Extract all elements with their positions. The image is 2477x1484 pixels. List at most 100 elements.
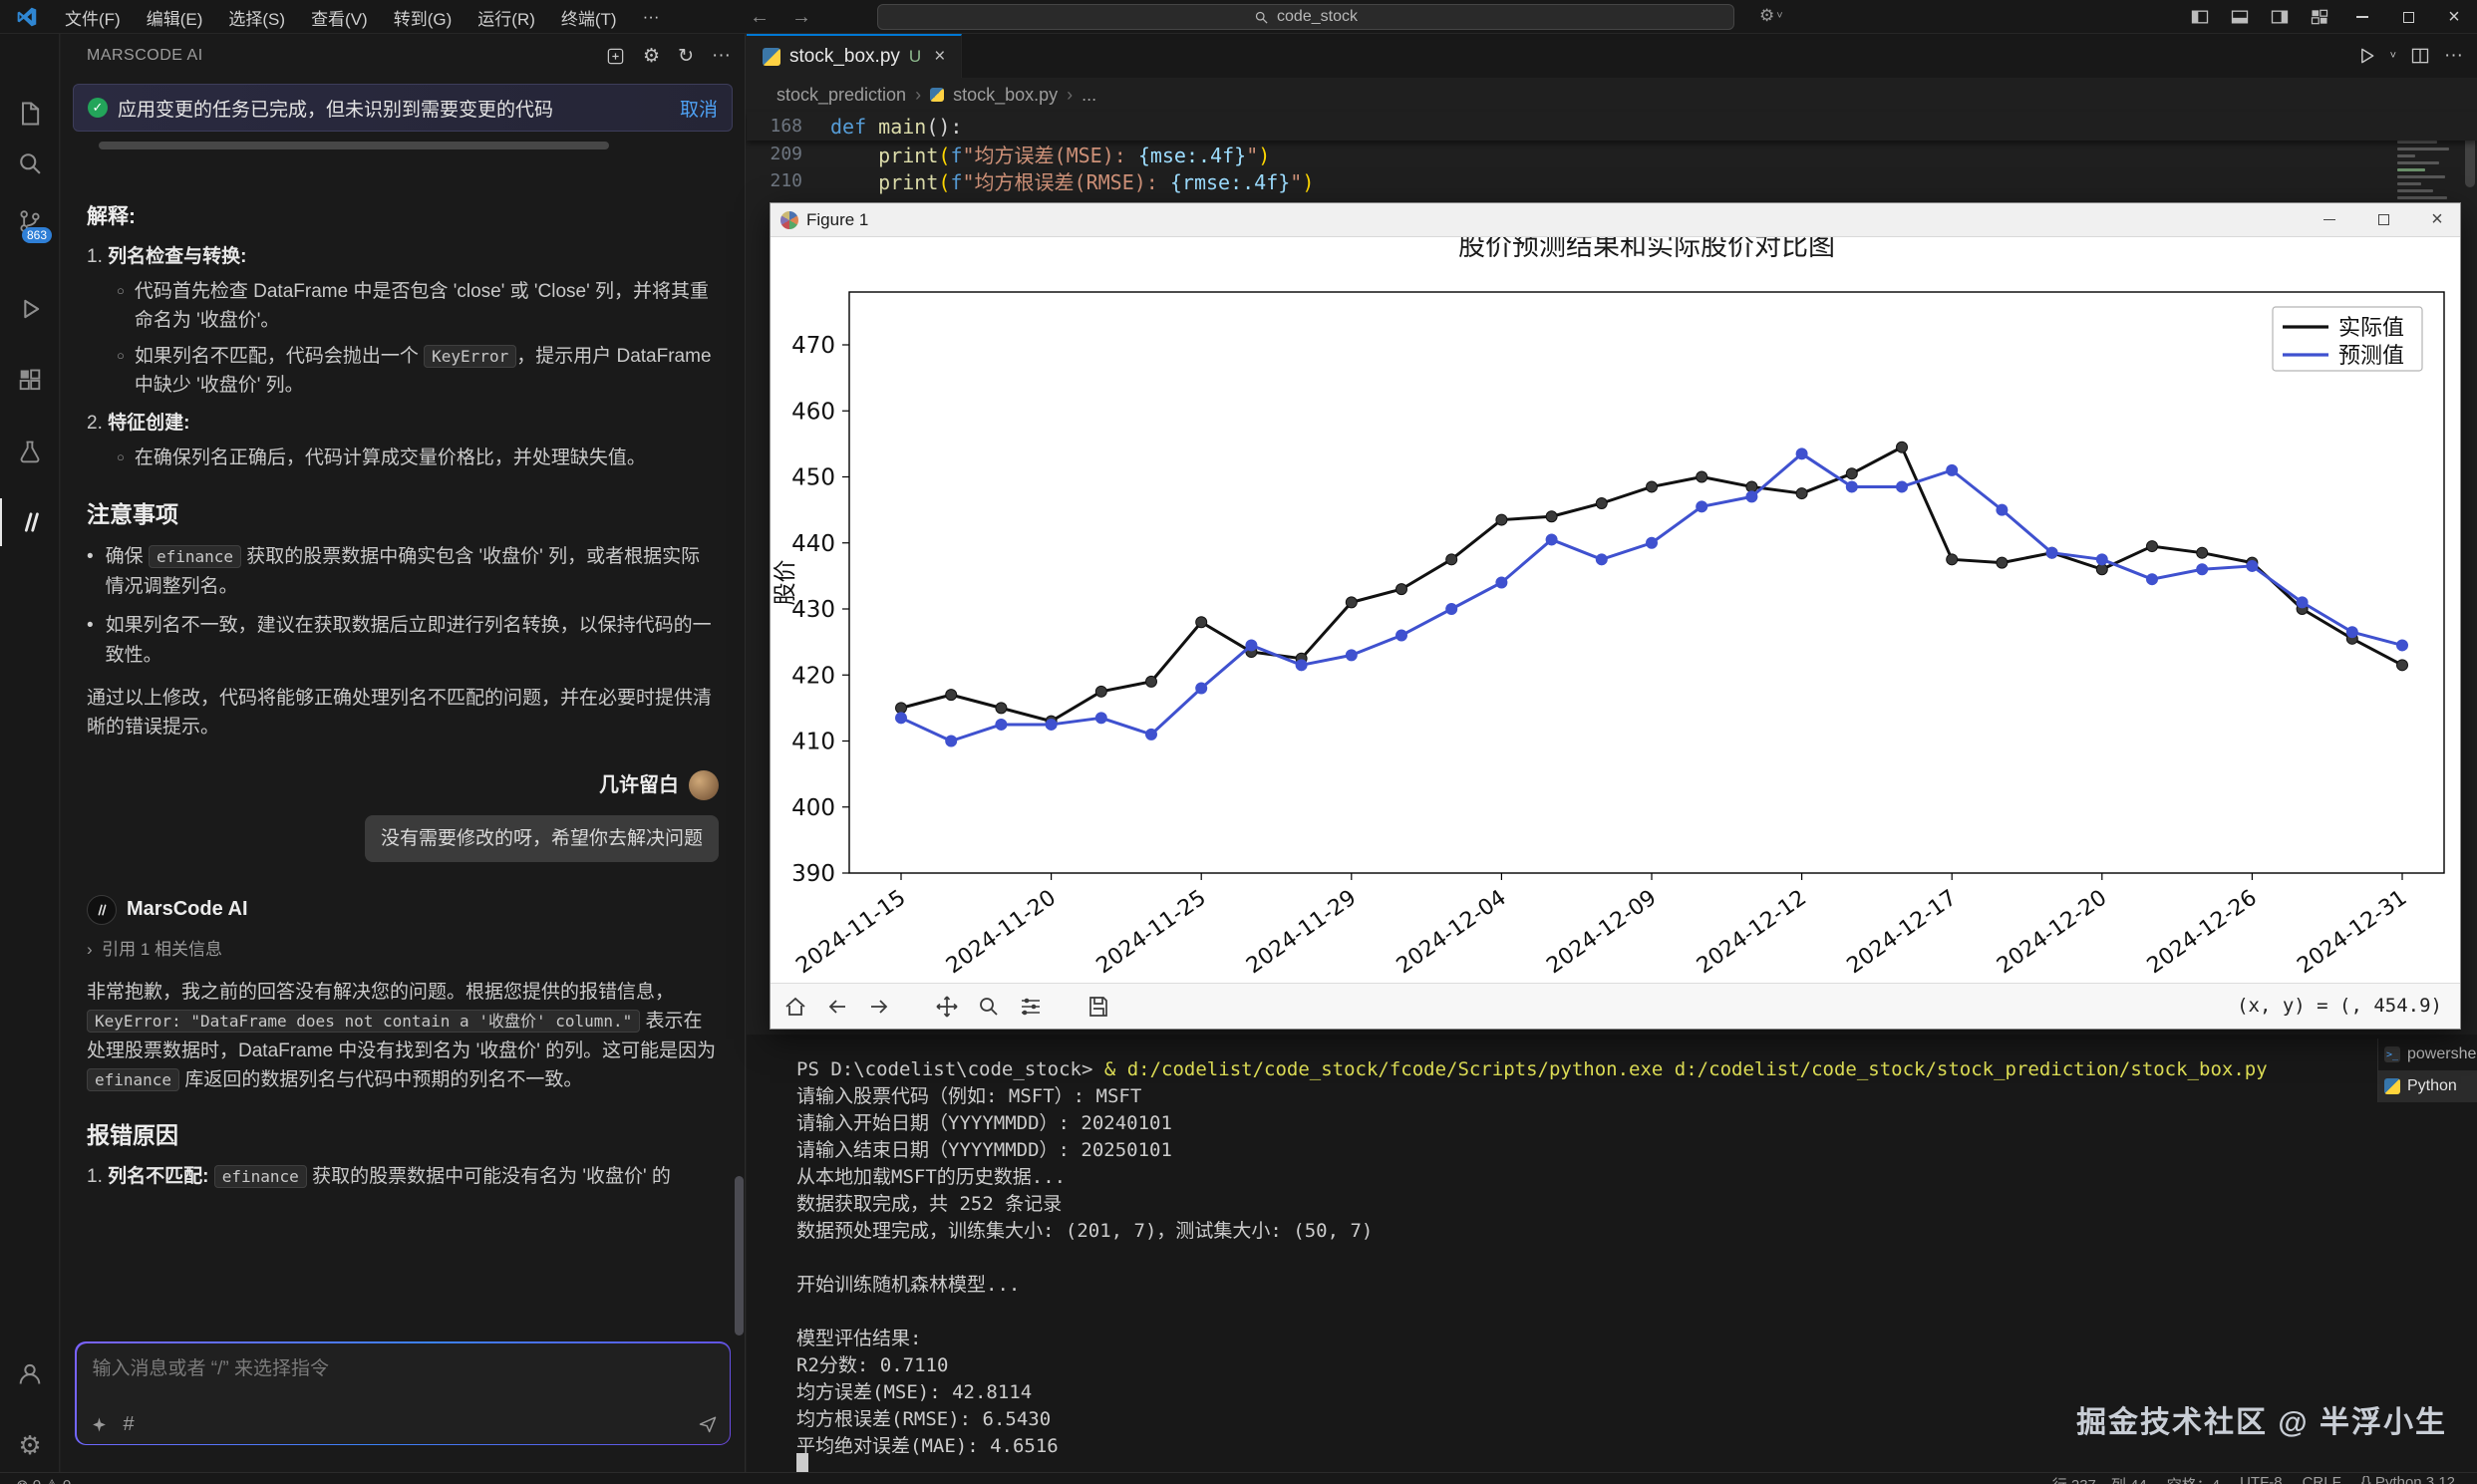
- history-forward-icon[interactable]: →: [791, 6, 811, 29]
- menu-item[interactable]: ···: [630, 0, 673, 34]
- terminal-instance-powershell[interactable]: >_powershell: [2378, 1039, 2477, 1070]
- window-minimize-button[interactable]: [2339, 0, 2385, 34]
- split-editor-icon[interactable]: [2410, 46, 2430, 66]
- title-bar: 文件(F)编辑(E)选择(S)查看(V)转到(G)运行(R)终端(T)··· ←…: [0, 0, 2477, 34]
- search-icon: [1254, 10, 1269, 25]
- menu-item[interactable]: 选择(S): [215, 0, 298, 34]
- chat-settings-icon[interactable]: ⚙: [643, 45, 660, 68]
- chat-input[interactable]: [77, 1343, 730, 1395]
- bot-reply: 非常抱歉，我之前的回答没有解决您的问题。根据您提供的报错信息，KeyError:…: [87, 978, 719, 1095]
- sidebar-item-marscode[interactable]: [0, 498, 60, 546]
- more-actions-icon[interactable]: ···: [712, 45, 731, 67]
- sidebar-item-testing[interactable]: [0, 429, 60, 476]
- save-icon[interactable]: [1085, 994, 1111, 1020]
- run-dropdown-icon[interactable]: ˅: [2390, 50, 2396, 62]
- status-item[interactable]: {} Python 3.12: [2361, 1474, 2455, 1484]
- figure-close-button[interactable]: ×: [2414, 203, 2460, 237]
- terminal-line: 从本地加载MSFT的历史数据...: [796, 1164, 2357, 1191]
- svg-text:440: 440: [791, 531, 835, 557]
- status-item[interactable]: 行 237，列 44: [2052, 1474, 2147, 1484]
- sidebar-item-source-control[interactable]: 863: [0, 197, 60, 245]
- history-back-icon[interactable]: ←: [750, 6, 770, 29]
- horizontal-scrollbar[interactable]: [99, 142, 609, 149]
- prediction-chart: 股价预测结果和实际股价对比图39040041042043044045046047…: [771, 237, 2460, 985]
- reference-toggle[interactable]: › 引用 1 相关信息: [87, 937, 719, 963]
- figure-minimize-button[interactable]: [2307, 203, 2352, 237]
- figure-canvas: 股价预测结果和实际股价对比图39040041042043044045046047…: [771, 237, 2460, 985]
- terminal-instances-list: >_powershellPython: [2377, 1039, 2477, 1102]
- status-item[interactable]: 空格：4: [2167, 1474, 2220, 1484]
- terminal-instance-python[interactable]: Python: [2378, 1070, 2477, 1102]
- window-maximize-button[interactable]: [2385, 0, 2431, 34]
- figure-title-bar: Figure 1 ×: [771, 203, 2460, 237]
- sidebar-item-search[interactable]: [0, 140, 60, 187]
- customize-layout-icon[interactable]: [2300, 0, 2339, 34]
- send-icon[interactable]: [698, 1414, 718, 1434]
- toggle-sidebar-icon[interactable]: [2180, 0, 2220, 34]
- pan-icon[interactable]: [934, 994, 960, 1020]
- search-value: code_stock: [1277, 8, 1358, 26]
- new-chat-icon[interactable]: [606, 47, 625, 66]
- panel-header: MARSCODE AI ⚙ ↻ ···: [61, 34, 745, 78]
- status-left[interactable]: ⊗ 0 ⚠ 0: [0, 1476, 71, 1484]
- menu-item[interactable]: 运行(R): [464, 0, 548, 34]
- inline-code: KeyError: [424, 345, 516, 368]
- menu-item[interactable]: 终端(T): [548, 0, 630, 34]
- search-box[interactable]: code_stock: [877, 4, 1734, 30]
- shell-icon: >_: [2384, 1046, 2400, 1062]
- terminal-line: [796, 1245, 2357, 1272]
- cancel-button[interactable]: 取消: [680, 95, 718, 122]
- svg-text:470: 470: [791, 333, 835, 359]
- tab-close-icon[interactable]: ×: [934, 46, 945, 68]
- marscode-icon: [17, 508, 45, 536]
- terminal-line: 请输入股票代码（例如: MSFT）: MSFT: [796, 1083, 2357, 1110]
- layout-settings-icon[interactable]: ⚙˅: [1759, 6, 1783, 26]
- files-icon: [16, 100, 44, 128]
- subplots-config-icon[interactable]: [1018, 994, 1044, 1020]
- figure-maximize-button[interactable]: [2360, 203, 2406, 237]
- window-close-button[interactable]: ×: [2431, 0, 2477, 34]
- success-check-icon: ✓: [88, 98, 108, 118]
- context-hash-icon[interactable]: #: [124, 1413, 135, 1436]
- bot-name: MarsCode AI: [127, 894, 248, 925]
- figure-window[interactable]: Figure 1 × 股价预测结果和实际股价对比图390400410420430…: [770, 202, 2461, 1030]
- forward-icon[interactable]: [866, 994, 892, 1020]
- menu-item[interactable]: 查看(V): [298, 0, 381, 34]
- sidebar-item-explorer[interactable]: [0, 90, 60, 138]
- sidebar-item-extensions[interactable]: [0, 357, 60, 405]
- back-icon[interactable]: [824, 994, 850, 1020]
- status-item[interactable]: UTF-8: [2240, 1474, 2283, 1484]
- notice-text: 应用变更的任务已完成，但未识别到需要变更的代码: [118, 95, 670, 122]
- commands-sparkle-icon[interactable]: [91, 1416, 108, 1433]
- status-item[interactable]: CRLF: [2303, 1474, 2341, 1484]
- breadcrumb[interactable]: stock_prediction› stock_box.py› ...: [747, 78, 2477, 112]
- status-problems[interactable]: ⊗ 0 ⚠ 0: [16, 1476, 71, 1484]
- activity-bar: 863 ⚙: [0, 34, 60, 1472]
- editor-more-icon[interactable]: ···: [2444, 45, 2463, 67]
- toggle-secondary-sidebar-icon[interactable]: [2260, 0, 2300, 34]
- toggle-panel-icon[interactable]: [2220, 0, 2260, 34]
- sidebar-scrollbar[interactable]: [735, 1176, 744, 1336]
- home-icon[interactable]: [782, 994, 808, 1020]
- menu-item[interactable]: 转到(G): [381, 0, 465, 34]
- bot-message-header: MarsCode AI: [87, 894, 719, 925]
- menu-item[interactable]: 编辑(E): [134, 0, 216, 34]
- tab-stock-box[interactable]: stock_box.py U ×: [747, 34, 962, 78]
- status-right[interactable]: 行 237，列 44 空格：4 UTF-8 CRLF {} Python 3.12: [2052, 1474, 2477, 1484]
- user-name: 几许留白: [599, 770, 679, 801]
- account-icon[interactable]: [0, 1349, 60, 1397]
- terminal-line: PS D:\codelist\code_stock> & d:/codelist…: [796, 1056, 2357, 1083]
- svg-text:420: 420: [791, 663, 835, 689]
- apply-change-notice: ✓ 应用变更的任务已完成，但未识别到需要变更的代码 取消: [73, 84, 733, 132]
- git-status-letter: U: [909, 47, 921, 67]
- sidebar-item-run-debug[interactable]: [0, 285, 60, 333]
- run-python-file-icon[interactable]: [2356, 46, 2376, 66]
- menu-item[interactable]: 文件(F): [52, 0, 134, 34]
- terminal-line: 开始训练随机森林模型...: [796, 1272, 2357, 1299]
- zoom-icon[interactable]: [976, 994, 1002, 1020]
- chat-transcript: 解释: 1. 列名检查与转换: ○代码首先检查 DataFrame 中是否包含 …: [61, 167, 745, 1323]
- terminal-line: 数据获取完成，共 252 条记录: [796, 1191, 2357, 1218]
- terminal-line: 请输入开始日期（YYYYMMDD）: 20240101: [796, 1110, 2357, 1137]
- history-icon[interactable]: ↻: [678, 45, 694, 68]
- settings-gear-icon[interactable]: ⚙: [0, 1421, 60, 1469]
